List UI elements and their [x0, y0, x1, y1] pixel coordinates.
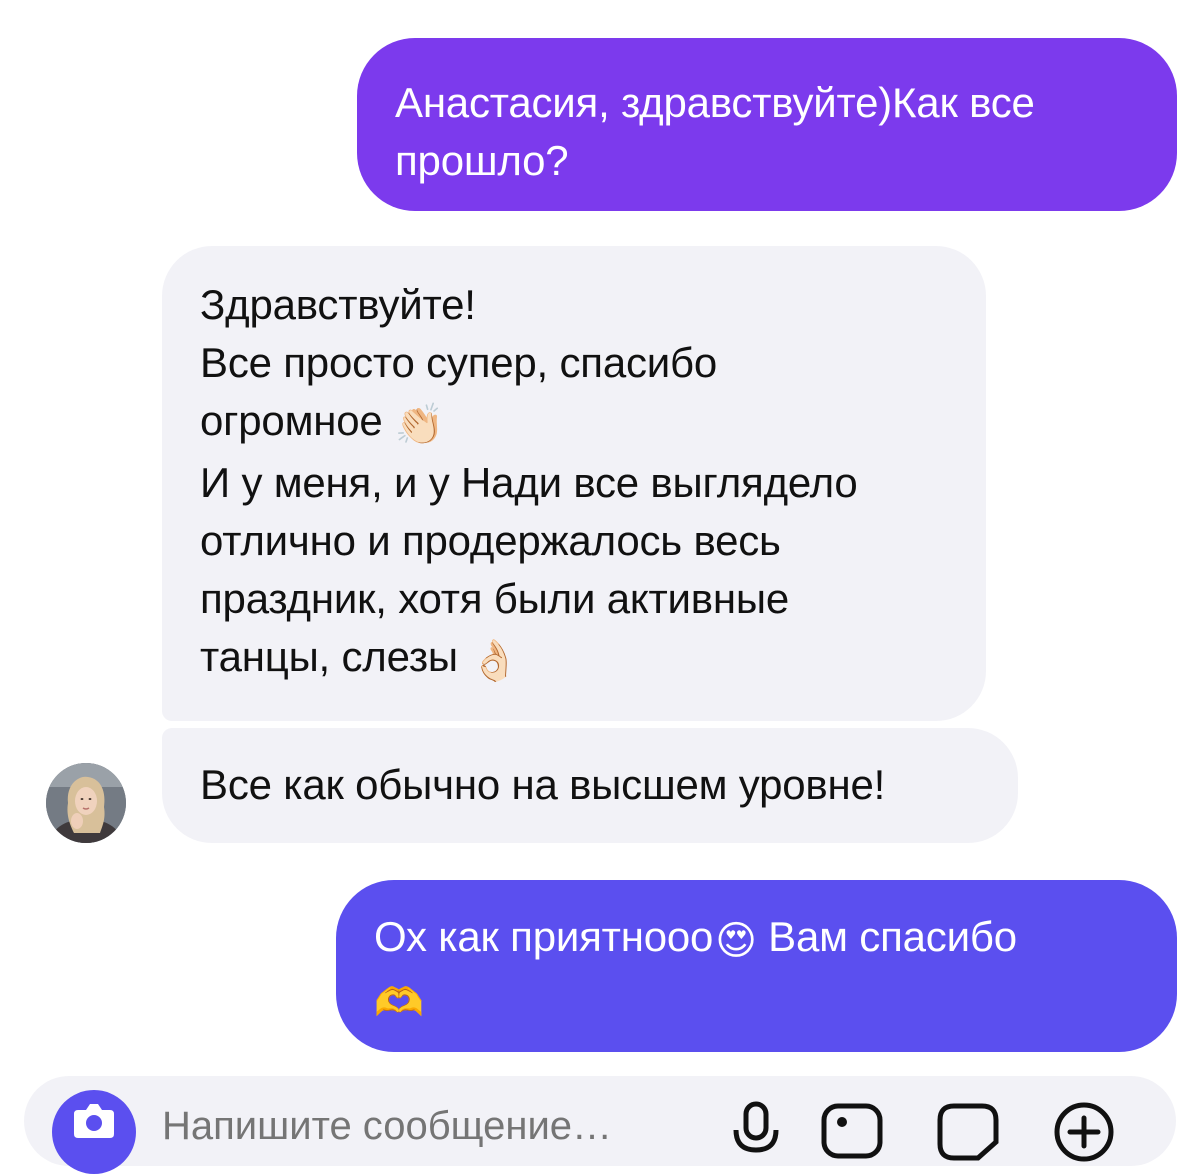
- message-line: огромное 👏🏻: [200, 392, 956, 454]
- message-text: Ох как приятнооо: [374, 913, 714, 960]
- gallery-icon: [821, 1103, 883, 1159]
- message-line: Анастасия, здравствуйте)Как все: [395, 79, 1035, 126]
- outgoing-message[interactable]: Ох как приятнооо😍 Вам спасибо 🫶: [336, 880, 1177, 1052]
- message-input[interactable]: [162, 1104, 682, 1149]
- message-text: огромное: [200, 397, 383, 444]
- message-text: Вам спасибо: [768, 913, 1017, 960]
- message-line: отлично и продержалось весь: [200, 517, 781, 564]
- message-composer: [24, 1076, 1176, 1174]
- message-line: танцы, слезы 👌🏻: [200, 628, 956, 690]
- message-line: праздник, хотя были активные: [200, 575, 790, 622]
- gallery-button[interactable]: [820, 1100, 884, 1164]
- incoming-message[interactable]: Здравствуйте! Все просто супер, спасибо …: [162, 246, 986, 721]
- outgoing-message[interactable]: Анастасия, здравствуйте)Как все прошло?: [357, 38, 1177, 211]
- incoming-message[interactable]: Все как обычно на высшем уровне!: [162, 728, 1018, 843]
- ok-hand-emoji: 👌🏻: [469, 639, 520, 683]
- avatar-photo: [46, 763, 126, 843]
- message-line: Ох как приятнооо😍 Вам спасибо: [374, 908, 1141, 970]
- message-line: И у меня, и у Нади все выглядело: [200, 459, 858, 506]
- message-line: прошло?: [395, 137, 569, 184]
- message-text: танцы, слезы: [200, 633, 458, 680]
- camera-icon: [74, 1104, 114, 1138]
- clapping-hands-emoji: 👏🏻: [394, 403, 445, 447]
- microphone-icon: [733, 1101, 779, 1153]
- microphone-button[interactable]: [724, 1100, 788, 1164]
- heart-hands-emoji: 🫶: [374, 981, 424, 1025]
- avatar[interactable]: [46, 763, 126, 843]
- camera-button[interactable]: [52, 1090, 136, 1174]
- sticker-icon: [937, 1103, 999, 1161]
- message-line: Здравствуйте!: [200, 281, 476, 328]
- sticker-button[interactable]: [936, 1100, 1000, 1164]
- message-line: 🫶: [374, 970, 1141, 1032]
- add-icon: [1054, 1102, 1114, 1162]
- add-button[interactable]: [1052, 1100, 1116, 1164]
- heart-eyes-emoji: 😍: [715, 919, 757, 963]
- message-line: Все просто супер, спасибо: [200, 339, 718, 386]
- message-line: Все как обычно на высшем уровне!: [200, 761, 886, 808]
